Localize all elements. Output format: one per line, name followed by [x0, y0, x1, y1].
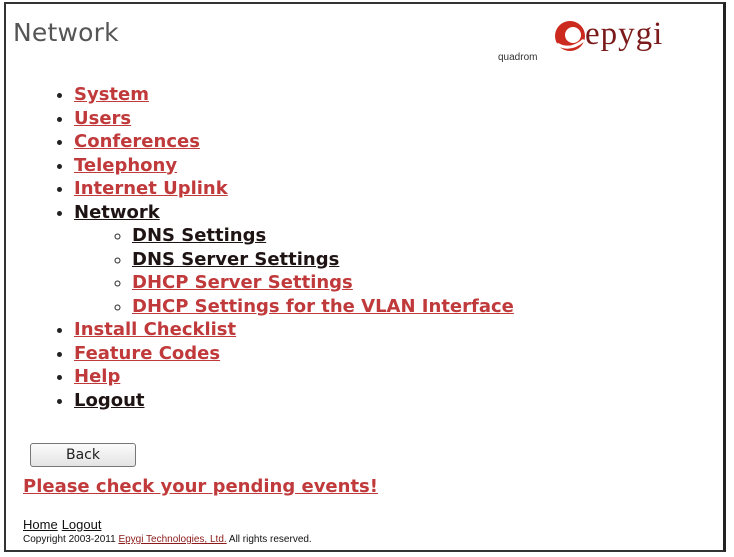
footer-home-link[interactable]: Home [23, 517, 58, 532]
menu-link-users[interactable]: Users [74, 108, 131, 129]
logo-swirl-icon [555, 21, 585, 51]
menu-item-users: Users [74, 107, 514, 131]
back-button[interactable]: Back [30, 443, 136, 467]
logo-brand-text: epygi [585, 16, 664, 52]
submenu-item-dhcp-vlan-settings: DHCP Settings for the VLAN Interface [132, 295, 514, 319]
menu-link-network[interactable]: Network [74, 202, 160, 223]
menu-item-logout: Logout [74, 389, 514, 413]
menu-link-system[interactable]: System [74, 84, 149, 105]
company-link[interactable]: Epygi Technologies, Ltd. [118, 534, 226, 545]
page-frame: Network quadrom epygi System Users Confe… [4, 2, 726, 552]
menu-link-logout[interactable]: Logout [74, 390, 145, 411]
copyright-prefix: Copyright 2003-2011 [23, 534, 116, 545]
copyright-notice: Copyright 2003-2011 Epygi Technologies, … [23, 534, 312, 545]
pending-events-link[interactable]: Please check your pending events! [23, 476, 378, 497]
network-submenu: DNS Settings DNS Server Settings DHCP Se… [74, 224, 514, 318]
menu-link-feature-codes[interactable]: Feature Codes [74, 343, 220, 364]
copyright-rights: All rights reserved. [228, 534, 312, 545]
menu-item-feature-codes: Feature Codes [74, 342, 514, 366]
submenu-link-dhcp-server-settings[interactable]: DHCP Server Settings [132, 272, 353, 293]
menu-link-install-checklist[interactable]: Install Checklist [74, 319, 236, 340]
menu-item-network: Network DNS Settings DNS Server Settings… [74, 201, 514, 319]
submenu-link-dhcp-vlan-settings[interactable]: DHCP Settings for the VLAN Interface [132, 296, 514, 317]
menu-item-telephony: Telephony [74, 154, 514, 178]
menu-link-internet-uplink[interactable]: Internet Uplink [74, 178, 228, 199]
logo-subtitle: quadrom [498, 52, 538, 63]
submenu-item-dns-server-settings: DNS Server Settings [132, 248, 514, 272]
submenu-link-dns-server-settings[interactable]: DNS Server Settings [132, 249, 339, 270]
epygi-logo: quadrom epygi [498, 14, 728, 66]
menu-item-help: Help [74, 365, 514, 389]
menu-item-install-checklist: Install Checklist [74, 318, 514, 342]
submenu-link-dns-settings[interactable]: DNS Settings [132, 225, 266, 246]
footer-links: Home Logout [23, 517, 105, 532]
menu-item-internet-uplink: Internet Uplink [74, 177, 514, 201]
menu-link-help[interactable]: Help [74, 366, 120, 387]
menu-item-conferences: Conferences [74, 130, 514, 154]
submenu-item-dhcp-server-settings: DHCP Server Settings [132, 271, 514, 295]
menu-link-conferences[interactable]: Conferences [74, 131, 200, 152]
main-menu: System Users Conferences Telephony Inter… [44, 83, 514, 412]
page-title: Network [13, 18, 119, 47]
footer-logout-link[interactable]: Logout [62, 517, 102, 532]
menu-item-system: System [74, 83, 514, 107]
menu-link-telephony[interactable]: Telephony [74, 155, 177, 176]
submenu-item-dns-settings: DNS Settings [132, 224, 514, 248]
